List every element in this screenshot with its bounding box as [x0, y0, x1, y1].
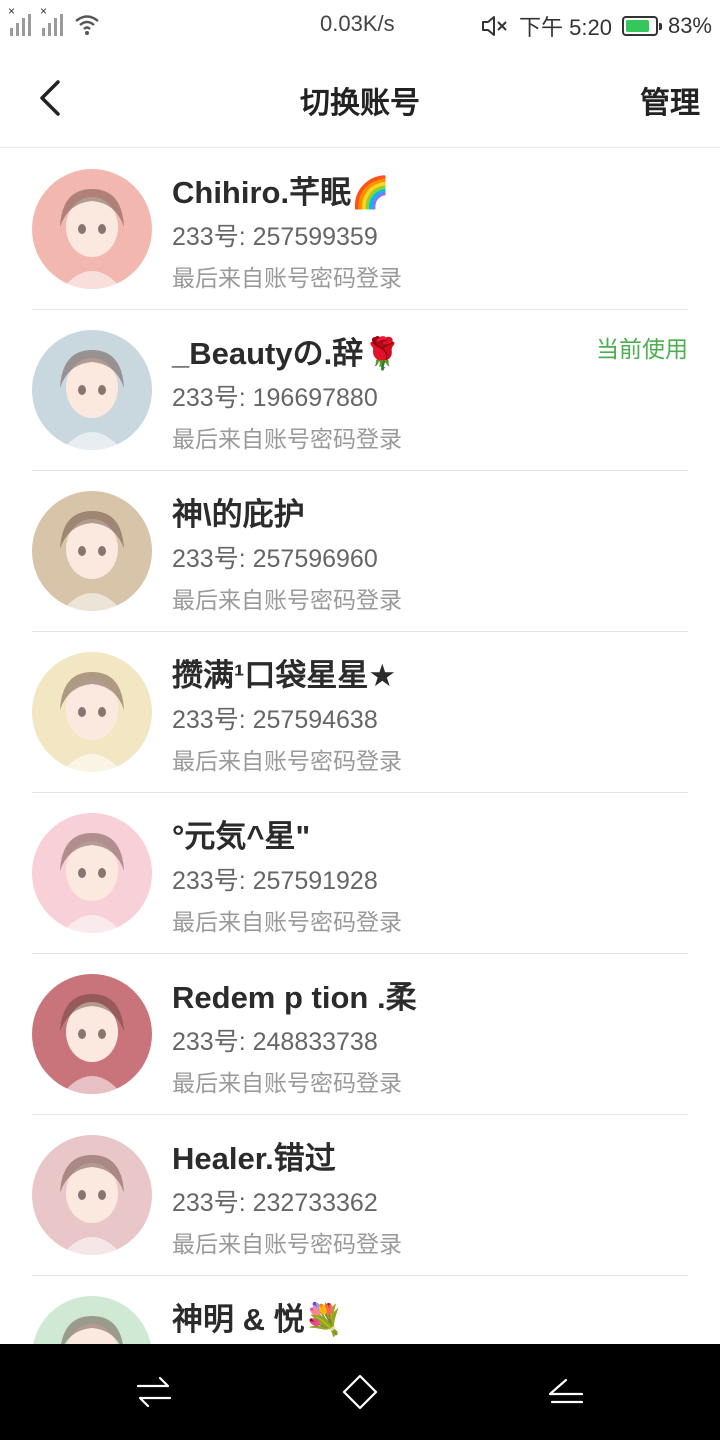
battery-fill — [625, 20, 650, 32]
mute-icon — [482, 16, 507, 36]
status-right: 下午 5:20 83% — [481, 10, 712, 42]
avatar — [32, 169, 152, 289]
status-bar: × × 0.03K/s 下午 5:20 83% — [0, 0, 720, 48]
account-item[interactable]: 神\的庇护 233号: 257596960 最后来自账号密码登录 — [32, 471, 688, 632]
account-name: _Beautyの.辞🌹 — [172, 336, 402, 371]
signal-group: × × — [8, 4, 100, 36]
clock: 下午 5:20 — [519, 15, 612, 40]
account-item[interactable]: °元気^星" 233号: 257591928 最后来自账号密码登录 — [32, 793, 688, 954]
account-name: 攒满¹口袋星星★ — [172, 658, 397, 693]
signal-icon: × — [40, 4, 68, 36]
last-login-method: 最后来自账号密码登录 — [172, 748, 402, 774]
last-login-method: 最后来自账号密码登录 — [172, 1231, 402, 1257]
account-id: 233号: 257596960 — [172, 545, 378, 573]
last-login-method: 最后来自账号密码登录 — [172, 587, 402, 613]
account-name-emoji: 🌹 — [363, 336, 402, 371]
recent-apps-icon[interactable] — [134, 1372, 174, 1412]
navigation-bar — [0, 1344, 720, 1440]
avatar — [32, 813, 152, 933]
avatar — [32, 491, 152, 611]
last-login-method: 最后来自账号密码登录 — [172, 909, 402, 935]
account-id: 233号: 257591928 — [172, 867, 378, 895]
battery-icon — [621, 16, 662, 36]
page-title: 切换账号 — [300, 87, 420, 120]
current-account-badge: 当前使用 — [596, 336, 688, 362]
account-name: Healer.错过 — [172, 1141, 336, 1176]
account-name: Redem p tion .柔 — [172, 980, 417, 1015]
account-name-emoji: 💐 — [304, 1302, 344, 1337]
last-login-method: 最后来自账号密码登录 — [172, 265, 402, 291]
avatar — [32, 330, 152, 450]
last-login-method: 最后来自账号密码登录 — [172, 426, 402, 452]
wifi-icon — [75, 15, 99, 35]
avatar — [32, 974, 152, 1094]
manage-button[interactable]: 管理 — [640, 78, 700, 122]
account-item[interactable]: Healer.错过 233号: 232733362 最后来自账号密码登录 — [32, 1115, 688, 1276]
account-id: 233号: 232733362 — [172, 1189, 378, 1217]
avatar — [32, 1135, 152, 1255]
last-login-method: 最后来自账号密码登录 — [172, 1070, 402, 1096]
avatar — [32, 1296, 152, 1344]
account-item[interactable]: Chihiro.芊眠🌈 233号: 257599359 最后来自账号密码登录 — [32, 149, 688, 310]
network-speed: 0.03K/s — [320, 11, 395, 36]
account-list[interactable]: Chihiro.芊眠🌈 233号: 257599359 最后来自账号密码登录 _Bea… — [0, 149, 720, 1344]
home-icon[interactable] — [340, 1372, 380, 1412]
account-name: 神\的庇护 — [172, 497, 305, 532]
back-icon[interactable] — [546, 1372, 586, 1412]
account-item[interactable]: Redem p tion .柔 233号: 248833738 最后来自账号密码登录 — [32, 954, 688, 1115]
account-id: 233号: 248833738 — [172, 1028, 378, 1056]
account-name: °元気^星" — [172, 819, 311, 854]
account-name-emoji: 🌈 — [351, 175, 390, 210]
account-item[interactable]: 攒满¹口袋星星★ 233号: 257594638 最后来自账号密码登录 — [32, 632, 688, 793]
title-bar: 切换账号 管理 — [0, 48, 720, 148]
account-item[interactable]: 神明 & 悦💐 — [32, 1276, 688, 1344]
account-name: Chihiro.芊眠🌈 — [172, 175, 390, 210]
avatar — [32, 652, 152, 772]
account-id: 233号: 257594638 — [172, 706, 378, 734]
battery-percent: 83% — [667, 13, 712, 38]
account-name: 神明 & 悦💐 — [172, 1302, 344, 1337]
account-id: 233号: 257599359 — [172, 223, 378, 251]
account-id: 233号: 196697880 — [172, 384, 378, 412]
account-item[interactable]: _Beautyの.辞🌹 233号: 196697880 最后来自账号密码登录 当前使用 — [32, 310, 688, 471]
signal-icon: × — [8, 4, 36, 36]
